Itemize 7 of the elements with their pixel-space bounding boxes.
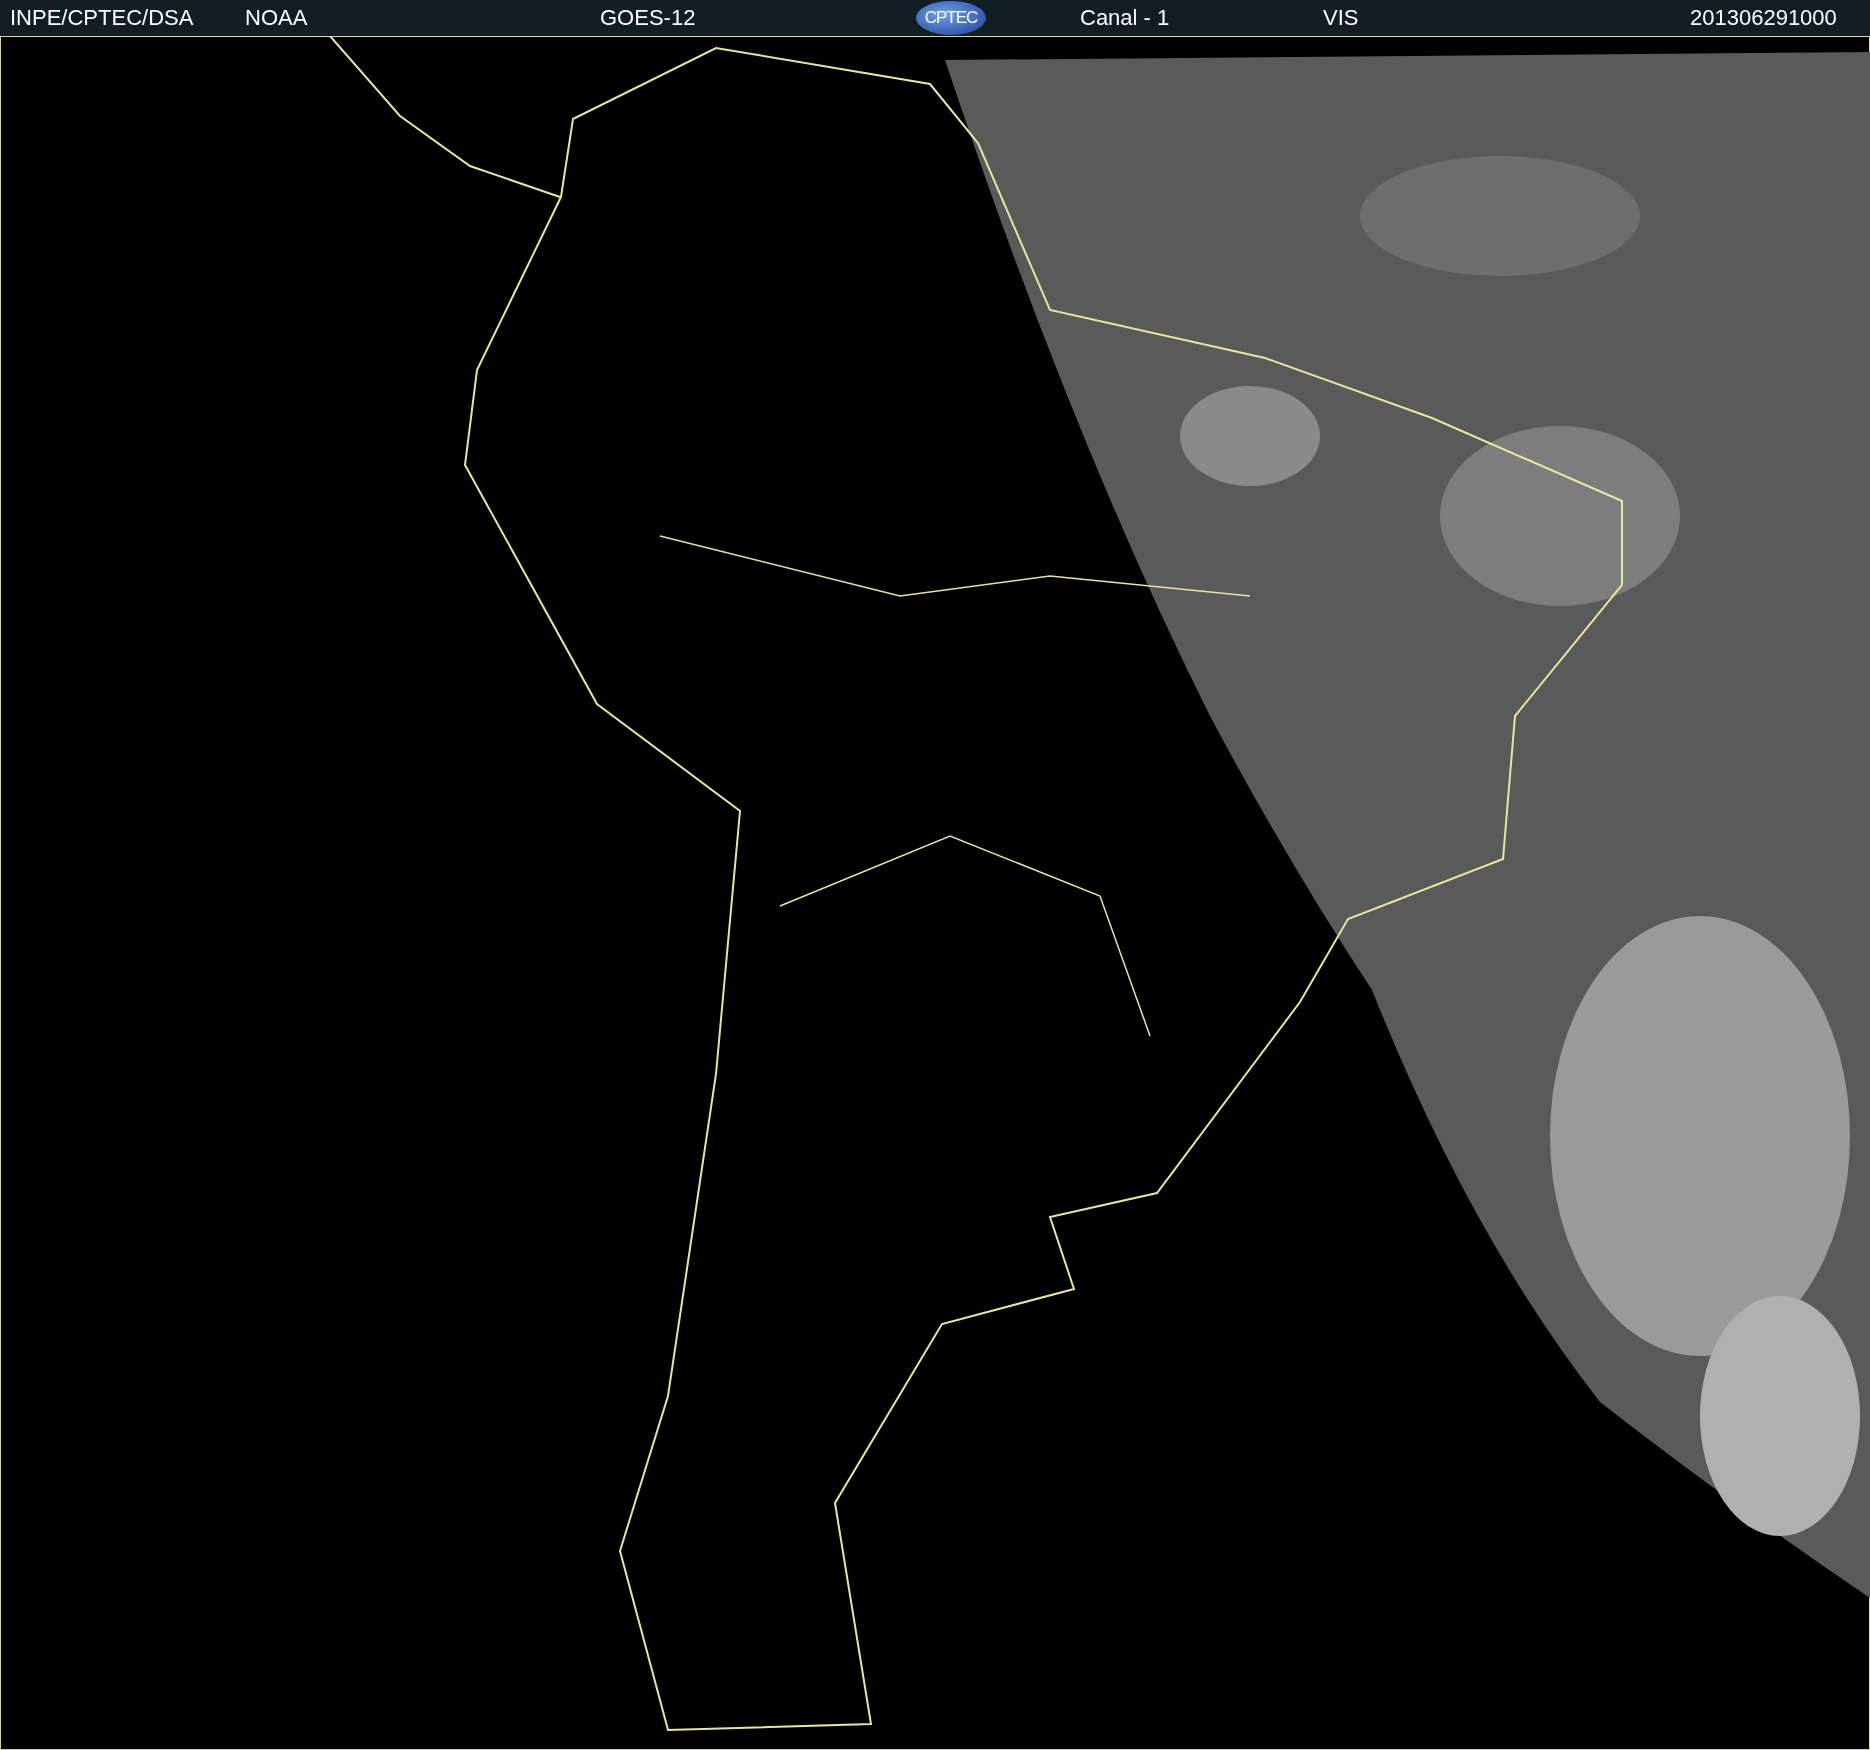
satellite-label: GOES-12	[600, 4, 696, 32]
agency-label: NOAA	[245, 4, 308, 32]
logo: CPTEC	[916, 1, 986, 35]
band-label: VIS	[1323, 4, 1359, 32]
timestamp-label: 201306291000	[1690, 4, 1837, 32]
source-label: INPE/CPTEC/DSA	[10, 4, 194, 32]
channel-label: Canal - 1	[1080, 4, 1170, 32]
